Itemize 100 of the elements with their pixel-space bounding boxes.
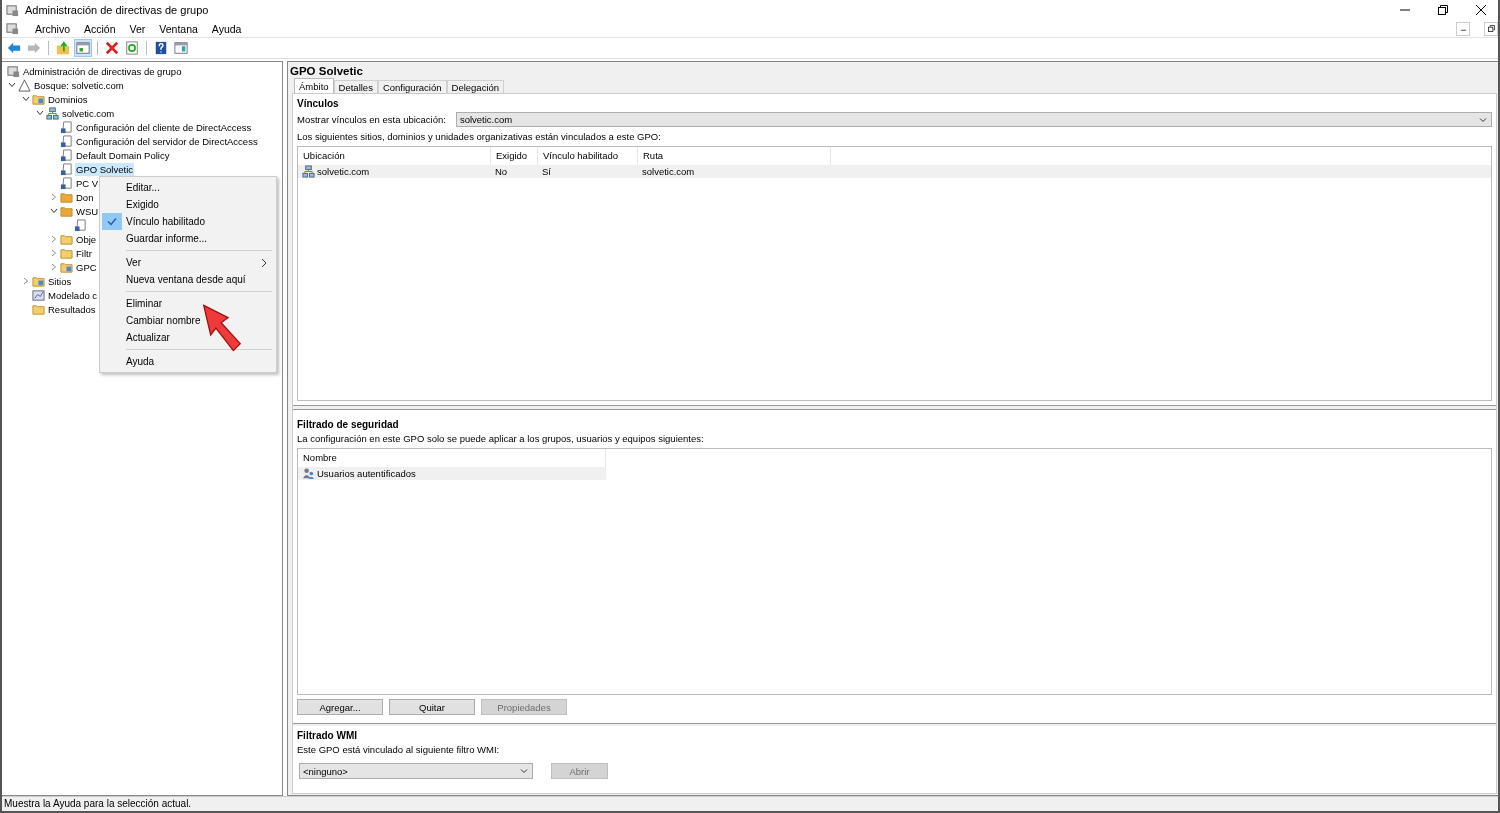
expand-chevron-icon[interactable] [49,248,59,258]
tree-item[interactable]: Administración de directivas de grupo [22,64,183,78]
menu-item[interactable]: Cambiar nombre [102,312,274,329]
chevron-down-icon [1478,115,1488,125]
chevron-down-icon [519,766,529,776]
menu-item[interactable]: Vínculo habilitado [102,213,274,230]
menu-item[interactable]: Exigido [102,196,274,213]
restore-icon [1487,25,1495,32]
tab[interactable]: Delegación [446,80,505,93]
chart-icon [32,288,45,302]
tree-item[interactable]: solvetic.com [61,106,116,120]
console-icon [6,3,19,17]
scroll-icon [60,120,73,134]
menu-item[interactable]: Nueva ventana desde aquí [102,271,274,288]
console-icon [6,22,19,35]
folder-icon [60,204,73,218]
tree-item[interactable]: Modelado c [47,288,99,302]
folder-icon [60,190,73,204]
tree-item[interactable]: Sitios [47,274,73,288]
network-icon [46,106,59,120]
table-row[interactable]: Usuarios autentificados [298,466,606,480]
column-header[interactable]: Nombre [298,448,606,467]
menu-item[interactable]: Actualizar [102,329,274,346]
refresh-button[interactable] [123,39,141,57]
scroll-icon [60,148,73,162]
delete-button[interactable] [103,39,121,57]
minimize-button[interactable] [1456,21,1470,36]
description-text: La configuración en este GPO solo se puede aplicar a los grupos, usuarios y equipos siguientes: [297,432,705,444]
tree-item[interactable]: Resultados [47,302,97,316]
tree-item[interactable]: Filtr [75,246,93,260]
section-heading: Vínculos [297,98,340,109]
table-cell: No [495,166,508,177]
menu-item[interactable]: Editar... [102,179,274,196]
menu-item[interactable]: Archivo [35,22,70,35]
users-icon [302,466,315,480]
tree-item[interactable]: Bosque: solvetic.com [33,78,125,92]
tree-item[interactable]: GPO Solvetic [75,162,135,176]
scroll-icon [74,218,87,232]
folder-icon [60,232,73,246]
tree-pane-button[interactable] [74,39,92,57]
expand-chevron-icon[interactable] [49,234,59,244]
tree-item[interactable]: Dominios [47,92,89,106]
gpo-title: GPO Solvetic [289,64,364,79]
expand-chevron-icon[interactable] [49,262,59,272]
table-cell: solvetic.com [317,166,370,177]
description-text: Los siguientes sitios, dominios y unidades organizativas están vinculados a este GPO: [297,131,662,142]
tree-item[interactable]: Configuración del cliente de DirectAccess [75,120,253,134]
menu-item[interactable]: Guardar informe... [102,230,274,247]
menu-item[interactable]: Ventana [159,22,198,35]
description-text: Este GPO está vinculado al siguiente filtro WMI: [297,744,501,755]
tree-item[interactable]: Default Domain Policy [75,148,171,162]
collapse-chevron-icon[interactable] [35,108,45,118]
expand-chevron-icon[interactable] [49,192,59,202]
scroll-icon [60,176,73,190]
folder-icon [32,274,45,288]
tree-item[interactable]: PC V [75,176,100,190]
menu-item[interactable]: Ayuda [211,22,242,35]
field-label: Mostrar vínculos en esta ubicación: [297,114,446,125]
menu-item[interactable]: Acción [84,22,116,35]
wmi-filter-dropdown[interactable]: <ninguno> [299,763,533,779]
network-icon [302,165,315,178]
tab[interactable]: Ámbito [294,78,334,93]
pointer-arrow-icon [202,303,242,353]
restore-button[interactable] [1484,21,1498,36]
menu-item[interactable]: Ver [102,254,274,271]
folder-icon [32,92,45,106]
tree-item[interactable]: GPC [75,260,98,274]
tab[interactable]: Configuración [377,80,447,93]
tree-item[interactable]: Don [75,190,95,204]
triangle-icon [18,78,31,92]
table-cell: Sí [542,166,551,177]
scroll-icon [60,134,73,148]
close-icon[interactable] [1476,5,1486,15]
status-text: Muestra la Ayuda para la selección actual. [2,796,1498,813]
expand-chevron-icon[interactable] [21,276,31,286]
table-cell: solvetic.com [642,166,695,177]
menu-item[interactable]: Eliminar [102,295,274,312]
window-title: Administración de directivas de grupo [25,4,209,16]
table-row[interactable]: solvetic.com No Sí solvetic.com [298,165,1491,178]
dialog-button[interactable]: Agregar... [297,699,383,715]
restore-icon[interactable] [1438,5,1448,15]
tree-item[interactable]: Configuración del servidor de DirectAccess [75,134,259,148]
collapse-chevron-icon[interactable] [49,206,59,216]
table-cell: Usuarios autentificados [317,467,416,479]
menu-item[interactable]: Ayuda [102,353,274,370]
menu-item[interactable]: Ver [129,22,146,35]
folder-icon [60,246,73,260]
section-heading: Filtrado de seguridad [297,418,400,430]
section-heading: Filtrado WMI [297,730,358,741]
folder-icon [32,302,45,316]
location-dropdown[interactable]: solvetic.com [455,112,1492,127]
collapse-chevron-icon[interactable] [7,80,17,90]
up-folder-button[interactable] [54,39,72,57]
tab[interactable]: Detalles [333,80,378,93]
dialog-button[interactable]: Quitar [389,699,475,715]
console-icon [7,64,20,78]
tree-item[interactable]: Obje [75,232,98,246]
tree-item[interactable]: WSU [75,204,100,218]
scroll-icon [60,162,73,176]
collapse-chevron-icon[interactable] [21,94,31,104]
